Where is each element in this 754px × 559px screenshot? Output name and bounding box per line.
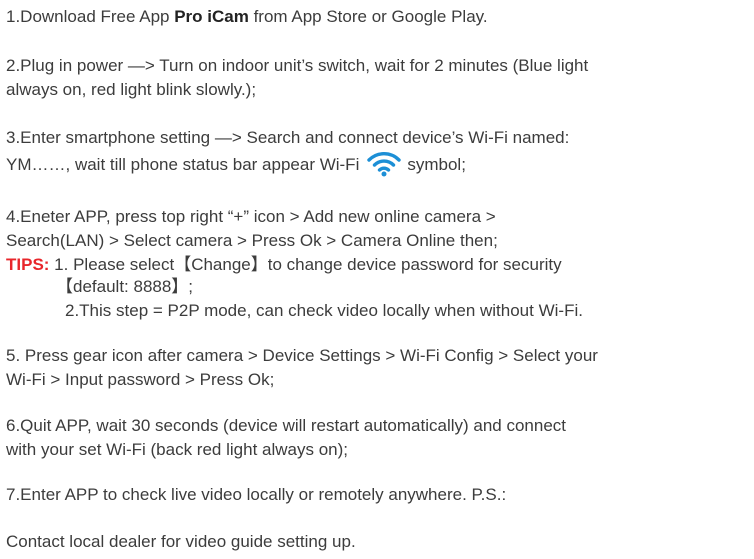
step-5-line-2: Wi-Fi > Input password > Press Ok;	[6, 370, 275, 389]
step-1-suffix: from App Store or Google Play.	[248, 7, 488, 26]
contact-note: Contact local dealer for video guide set…	[6, 532, 356, 551]
step-3-line-2: YM……, wait till phone status bar appear …	[6, 151, 466, 177]
step-3-line-2-text: YM……, wait till phone status bar appear …	[6, 155, 360, 174]
step-2-line-2: always on, red light blink slowly.);	[6, 80, 257, 99]
tips-line-1: TIPS: 1. Please select【Change】to change …	[6, 254, 562, 276]
step-1: 1.Download Free App Pro iCam from App St…	[6, 6, 488, 28]
app-name: Pro iCam	[174, 7, 249, 26]
step-6-line-2: with your set Wi-Fi (back red light alwa…	[6, 440, 348, 459]
tip-2: 2.This step = P2P mode, can check video …	[65, 301, 583, 320]
wifi-icon	[367, 152, 402, 177]
tip-1-text: 1. Please select【Change】to change device…	[49, 255, 562, 274]
step-2-line-1: 2.Plug in power —> Turn on indoor unit’s…	[6, 56, 589, 75]
step-6-line-1: 6.Quit APP, wait 30 seconds (device will…	[6, 416, 567, 435]
tip-1-line-2: 【default: 8888】;	[56, 277, 194, 296]
step-5-line-1: 5. Press gear icon after camera > Device…	[6, 346, 598, 365]
step-7: 7.Enter APP to check live video locally …	[6, 485, 507, 504]
step-1-prefix: 1.Download Free App	[6, 7, 175, 26]
step-4-line-2: Search(LAN) > Select camera > Press Ok >…	[6, 231, 498, 250]
tips-label: TIPS:	[6, 255, 50, 274]
step-4-line-1: 4.Eneter APP, press top right “+” icon >…	[6, 207, 496, 226]
instruction-document: 1.Download Free App Pro iCam from App St…	[6, 0, 752, 559]
step-3-line-1: 3.Enter smartphone setting —> Search and…	[6, 128, 570, 147]
step-3-symbol-text: symbol;	[407, 155, 466, 174]
